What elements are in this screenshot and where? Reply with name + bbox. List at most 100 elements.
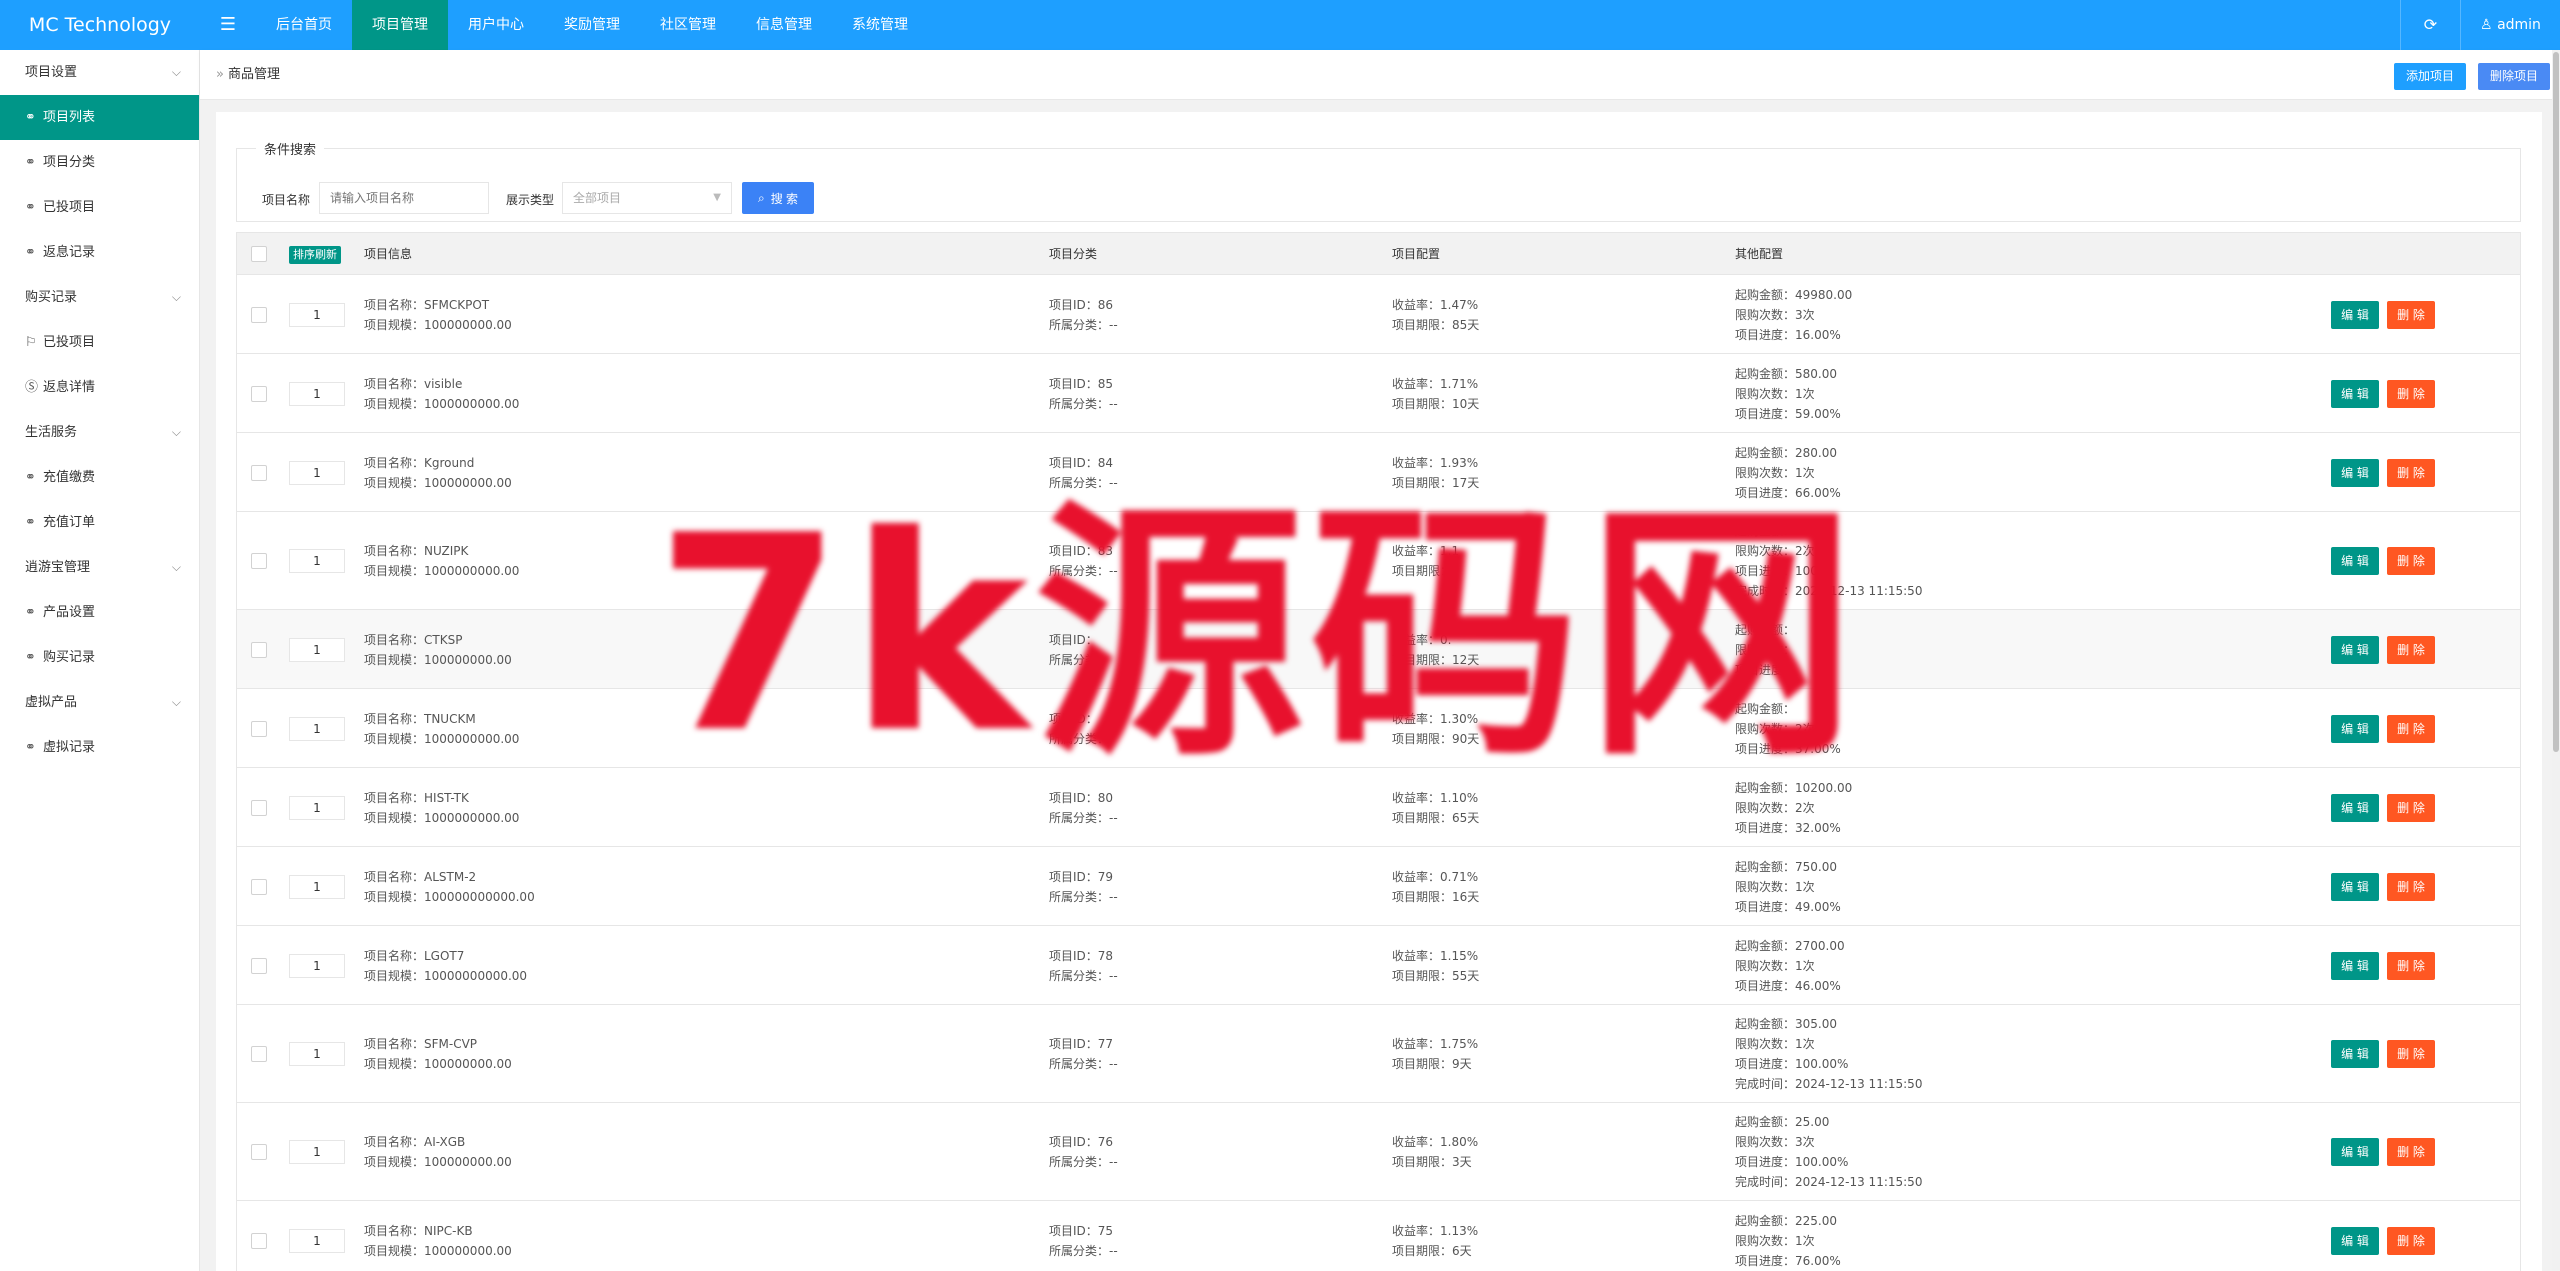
edit-button[interactable]: 编 辑	[2331, 379, 2379, 408]
row-checkbox[interactable]	[251, 641, 267, 658]
delete-button[interactable]: 删 除	[2387, 872, 2435, 901]
add-project-button[interactable]: 添加项目	[2393, 63, 2466, 90]
edit-button[interactable]: 编 辑	[2331, 635, 2379, 664]
edit-button[interactable]: 编 辑	[2331, 1040, 2379, 1068]
sidebar-item-1-0[interactable]: ⚐ 已投项目	[0, 320, 199, 365]
page-scrollbar-thumb[interactable]	[2553, 52, 2559, 752]
sort-input[interactable]	[289, 381, 345, 406]
sidebar-group-3[interactable]: 逍游宝管理 ⌵	[0, 545, 199, 590]
sidebar-group-0[interactable]: 项目设置 ⌵	[0, 50, 199, 95]
sort-refresh-button[interactable]: 排序刷新	[289, 246, 341, 264]
nav-item-6[interactable]: 系统管理	[832, 0, 928, 50]
delete-button[interactable]: 删 除	[2387, 793, 2435, 822]
config-cell-line: 收益率：1.75%	[1392, 1037, 1479, 1051]
info-cell-line: 项目规模：1000000000.00	[364, 731, 520, 746]
delete-button[interactable]: 删 除	[2387, 458, 2435, 487]
sidebar-item-2-1[interactable]: ⚭ 充值订单	[0, 500, 199, 545]
delete-button[interactable]: 删 除	[2387, 1226, 2435, 1255]
delete-button[interactable]: 删 除	[2387, 1040, 2435, 1068]
delete-button[interactable]: 删 除	[2387, 635, 2435, 664]
info-cell-line: 项目名称：Kground	[364, 455, 475, 470]
row-checkbox[interactable]	[251, 720, 267, 737]
info-cell: 项目名称：NIPC-KB 项目规模：100000000.00	[364, 1221, 512, 1261]
edit-button[interactable]: 编 辑	[2331, 458, 2379, 487]
refresh-icon[interactable]: ⟳	[2400, 0, 2460, 50]
edit-button[interactable]: 编 辑	[2331, 714, 2379, 743]
info-cell: 项目名称：TNUCKM 项目规模：1000000000.00	[364, 709, 519, 749]
sort-input[interactable]	[289, 795, 345, 820]
category-cell-line: 所属分类：--	[1049, 317, 1118, 332]
row-checkbox[interactable]	[251, 306, 267, 323]
category-cell-line: 项目ID：83	[1049, 544, 1114, 558]
config-cell-line: 收益率：1.10%	[1392, 790, 1479, 805]
nav-item-1[interactable]: 项目管理	[352, 0, 448, 50]
delete-button[interactable]: 删 除	[2387, 379, 2435, 408]
sidebar-group-4[interactable]: 虚拟产品 ⌵	[0, 680, 199, 725]
search-button[interactable]: ⌕ 搜 索	[742, 182, 814, 214]
edit-button[interactable]: 编 辑	[2331, 951, 2379, 980]
row-checkbox[interactable]	[251, 1144, 267, 1160]
row-checkbox[interactable]	[251, 1046, 267, 1062]
sidebar-item-0-1[interactable]: ⚭ 项目分类	[0, 140, 199, 185]
sidebar-item-label: 项目分类	[43, 155, 96, 170]
row-checkbox[interactable]	[251, 878, 267, 895]
sidebar-item-2-0[interactable]: ⚭ 充值缴费	[0, 455, 199, 500]
sidebar-item-4-0[interactable]: ⚭ 虚拟记录	[0, 725, 199, 770]
nav-item-2[interactable]: 用户中心	[448, 0, 544, 50]
row-checkbox[interactable]	[251, 385, 267, 402]
sidebar-item-0-2[interactable]: ⚭ 已投项目	[0, 185, 199, 230]
flag-icon: ⚐	[25, 335, 37, 350]
delete-project-button[interactable]: 删除项目	[2477, 63, 2550, 90]
delete-button[interactable]: 删 除	[2387, 300, 2435, 329]
delete-button[interactable]: 删 除	[2387, 547, 2435, 575]
edit-button[interactable]: 编 辑	[2331, 1138, 2379, 1166]
type-label: 展示类型	[506, 193, 555, 207]
category-cell-line: 项目ID：75	[1049, 1223, 1114, 1238]
sort-input[interactable]	[289, 716, 345, 741]
delete-button[interactable]: 删 除	[2387, 1138, 2435, 1166]
nav-item-4[interactable]: 社区管理	[640, 0, 736, 50]
sort-input[interactable]	[289, 302, 345, 327]
row-checkbox[interactable]	[251, 799, 267, 816]
edit-button[interactable]: 编 辑	[2331, 872, 2379, 901]
select-all-checkbox[interactable]	[251, 246, 267, 262]
sidebar-item-0-0[interactable]: ⚭ 项目列表	[0, 95, 199, 140]
nav-item-3[interactable]: 奖励管理	[544, 0, 640, 50]
menu-toggle-icon[interactable]: ☰	[200, 0, 256, 50]
link-icon: ⚭	[25, 245, 36, 260]
chevron-down-icon: ⌵	[171, 290, 181, 304]
category-cell-line: 所属分类：--	[1049, 396, 1118, 411]
delete-button[interactable]: 删 除	[2387, 714, 2435, 743]
other-cell-line: 项目进度：46.00%	[1735, 978, 1841, 993]
sort-input[interactable]	[289, 1042, 345, 1066]
type-select[interactable]: 全部项目 ▼	[562, 182, 732, 214]
sidebar-group-1[interactable]: 购买记录 ⌵	[0, 275, 199, 320]
edit-button[interactable]: 编 辑	[2331, 300, 2379, 329]
sort-input[interactable]	[289, 1228, 345, 1253]
other-cell-line: 限购次数：1次	[1735, 958, 1815, 973]
sidebar-item-0-3[interactable]: ⚭ 返息记录	[0, 230, 199, 275]
sort-input[interactable]	[289, 953, 345, 978]
row-checkbox[interactable]	[251, 464, 267, 481]
user-menu[interactable]: ♙ admin	[2460, 0, 2560, 50]
sort-input[interactable]	[289, 1140, 345, 1164]
nav-item-5[interactable]: 信息管理	[736, 0, 832, 50]
sort-input[interactable]	[289, 549, 345, 573]
row-checkbox[interactable]	[251, 553, 267, 569]
sidebar-group-2[interactable]: 生活服务 ⌵	[0, 410, 199, 455]
delete-button[interactable]: 删 除	[2387, 951, 2435, 980]
sort-input[interactable]	[289, 460, 345, 485]
edit-button[interactable]: 编 辑	[2331, 1226, 2379, 1255]
sort-input[interactable]	[289, 637, 345, 662]
edit-button[interactable]: 编 辑	[2331, 547, 2379, 575]
row-checkbox[interactable]	[251, 1232, 267, 1249]
type-select-value: 全部项目	[573, 191, 622, 205]
row-checkbox[interactable]	[251, 957, 267, 974]
nav-item-0[interactable]: 后台首页	[256, 0, 352, 50]
sort-input[interactable]	[289, 874, 345, 899]
project-name-input[interactable]	[319, 182, 489, 214]
sidebar-item-3-1[interactable]: ⚭ 购买记录	[0, 635, 199, 680]
edit-button[interactable]: 编 辑	[2331, 793, 2379, 822]
sidebar-item-3-0[interactable]: ⚭ 产品设置	[0, 590, 199, 635]
sidebar-item-1-1[interactable]: Ⓢ 返息详情	[0, 365, 199, 410]
